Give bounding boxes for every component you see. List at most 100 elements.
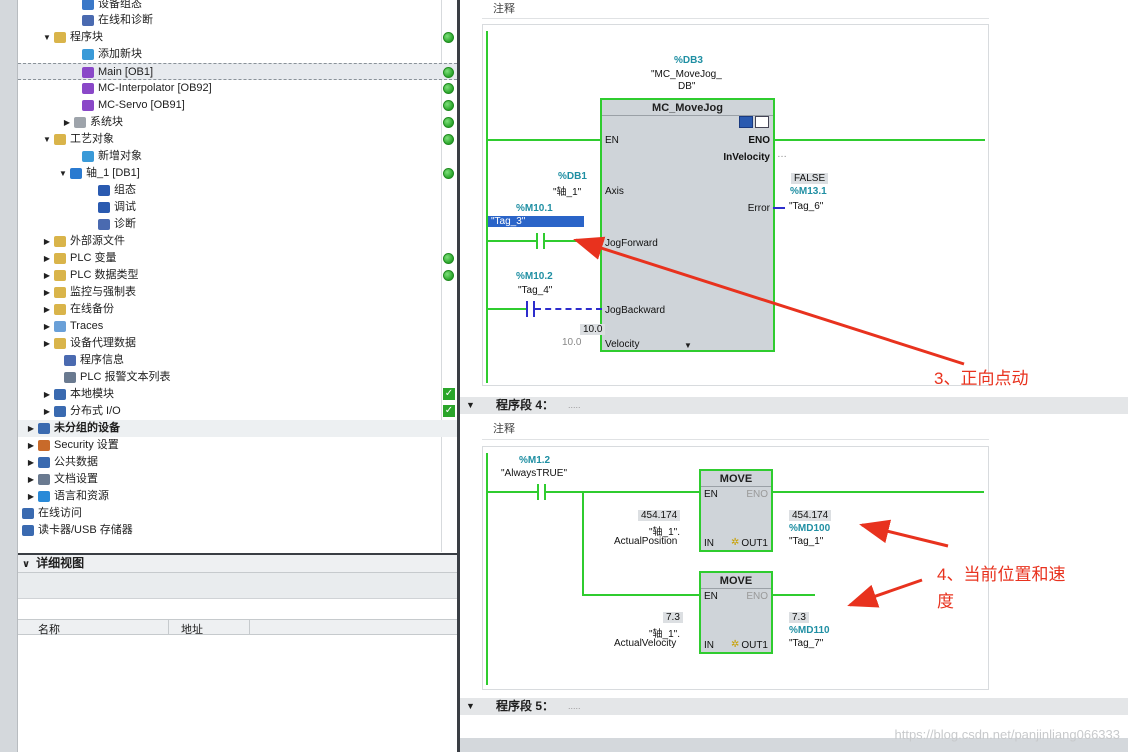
card-reader-icon — [22, 525, 34, 536]
ladder-editor: 注释 MC_MoveJog EN ENO InVelocity Axis Err… — [460, 0, 1128, 752]
tree-item[interactable]: 在线和诊断 — [18, 12, 457, 29]
collapsed-twisty-icon[interactable]: ▶ — [26, 488, 36, 505]
tree-item[interactable]: ▼ 工艺对象 — [18, 131, 457, 148]
collapsed-twisty-icon[interactable]: ▶ — [42, 403, 52, 420]
folder-icon — [54, 406, 66, 417]
tree-item[interactable]: ▶ 公共数据 — [18, 454, 457, 471]
detail-view-columns: 名称 地址 — [18, 619, 457, 637]
collapsed-twisty-icon[interactable]: ▶ — [42, 318, 52, 335]
tia-portal-window: { "tree": { "items": [ {"label": "设备组态",… — [0, 0, 1128, 752]
tree-item[interactable]: ▶ 未分组的设备 — [18, 420, 457, 437]
axis-icon — [70, 168, 82, 179]
diagnostics-icon — [98, 219, 110, 230]
tree-item-label: 在线访问 — [38, 507, 82, 519]
collapsed-twisty-icon[interactable]: ▶ — [42, 386, 52, 403]
tree-item[interactable]: ▶ 系统块 — [18, 114, 457, 131]
status-ok-icon — [443, 270, 454, 281]
folder-icon — [54, 134, 66, 145]
tree-item[interactable]: ▶ Security 设置 — [18, 437, 457, 454]
tree-item[interactable]: ▶ 本地模块 ✓ — [18, 386, 457, 403]
collapsed-twisty-icon[interactable]: ▶ — [26, 454, 36, 471]
commissioning-icon — [98, 202, 110, 213]
tree-item-label: 未分组的设备 — [54, 422, 120, 434]
ob-block-icon — [82, 83, 94, 94]
tree-item[interactable]: ▶ 读卡器/USB 存储器 — [18, 522, 457, 539]
ungrouped-devices-icon — [38, 423, 50, 434]
tree-item[interactable]: PLC 报警文本列表 — [18, 369, 457, 386]
tree-item[interactable]: MC-Interpolator [OB92] — [18, 80, 457, 97]
collapsed-twisty-icon[interactable]: ▶ — [42, 267, 52, 284]
tree-item[interactable]: ▶ 设备代理数据 — [18, 335, 457, 352]
collapsed-twisty-icon[interactable]: ▶ — [42, 233, 52, 250]
collapsed-twisty-icon[interactable]: ▶ — [18, 505, 20, 522]
tree-item[interactable]: ▶ Traces — [18, 318, 457, 335]
tree-item-label: 轴_1 [DB1] — [86, 167, 140, 179]
add-block-icon — [82, 49, 94, 60]
tree-item-label: 系统块 — [90, 116, 123, 128]
collapsed-twisty-icon[interactable]: ▶ — [42, 301, 52, 318]
folder-icon — [54, 287, 66, 298]
collapsed-twisty-icon[interactable]: ▶ — [62, 114, 72, 131]
status-ok-icon — [443, 134, 454, 145]
tree-item[interactable]: 新增对象 — [18, 148, 457, 165]
column-header-address[interactable]: 地址 — [181, 621, 203, 637]
annotation-arrows — [573, 236, 965, 608]
tree-item-label: MC-Servo [OB91] — [98, 99, 185, 111]
tree-item[interactable]: ▶ 文档设置 — [18, 471, 457, 488]
column-header-name[interactable]: 名称 — [38, 621, 60, 637]
collapsed-twisty-icon[interactable]: ▶ — [26, 437, 36, 454]
tree-item[interactable]: 诊断 — [18, 216, 457, 233]
status-ok-icon — [443, 168, 454, 179]
collapsed-twisty-icon[interactable]: ▶ — [42, 335, 52, 352]
status-ok-icon — [443, 253, 454, 264]
folder-icon — [54, 321, 66, 332]
tree-item[interactable]: 程序信息 — [18, 352, 457, 369]
tree-item[interactable]: 添加新块 — [18, 46, 457, 63]
check-icon: ✓ — [443, 388, 455, 400]
alarm-text-icon — [64, 372, 76, 383]
add-object-icon — [82, 151, 94, 162]
ob-block-icon — [82, 100, 94, 111]
tree-item[interactable]: Main [OB1] — [18, 63, 457, 80]
expanded-twisty-icon[interactable]: ▼ — [42, 29, 52, 46]
tree-item[interactable]: ▼ 轴_1 [DB1] — [18, 165, 457, 182]
tree-item[interactable]: ▶ 监控与强制表 — [18, 284, 457, 301]
collapsed-twisty-icon[interactable]: ▶ — [42, 250, 52, 267]
collapse-chevron-icon[interactable]: ∨ — [22, 559, 30, 570]
status-ok-icon — [443, 67, 454, 78]
tree-item[interactable]: ▶ PLC 数据类型 — [18, 267, 457, 284]
tree-item[interactable]: ▶ 在线访问 — [18, 505, 457, 522]
folder-icon — [54, 32, 66, 43]
folder-icon — [54, 304, 66, 315]
tree-item[interactable]: ▶ 外部源文件 — [18, 233, 457, 250]
security-icon — [38, 440, 50, 451]
tree-item[interactable]: 调试 — [18, 199, 457, 216]
collapsed-twisty-icon[interactable]: ▶ — [26, 420, 36, 437]
folder-icon — [54, 253, 66, 264]
arrow-to-position-out — [859, 519, 949, 548]
document-icon — [38, 474, 50, 485]
online-access-icon — [22, 508, 34, 519]
tree-item[interactable]: ▶ 语言和资源 — [18, 488, 457, 505]
project-tree: 设备组态 在线和诊断 ▼ 程序块 添加新块 Main [OB1] MC-Interpolat… — [18, 0, 457, 552]
collapsed-twisty-icon[interactable]: ▶ — [26, 471, 36, 488]
detail-view-header[interactable]: ∨ 详细视图 — [18, 553, 457, 573]
tree-item[interactable]: 组态 — [18, 182, 457, 199]
tree-item[interactable]: ▶ 分布式 I/O ✓ — [18, 403, 457, 420]
tree-item-label: 文档设置 — [54, 473, 98, 485]
tree-item-label: 组态 — [114, 184, 136, 196]
collapsed-twisty-icon[interactable]: ▶ — [42, 284, 52, 301]
tree-item[interactable]: ▶ 在线备份 — [18, 301, 457, 318]
expanded-twisty-icon[interactable]: ▼ — [58, 165, 68, 182]
expanded-twisty-icon[interactable]: ▼ — [42, 131, 52, 148]
tree-item-label: MC-Interpolator [OB92] — [98, 82, 212, 94]
tree-item[interactable]: ▼ 程序块 — [18, 29, 457, 46]
tree-item-label: 分布式 I/O — [70, 405, 121, 417]
tree-item-label: 程序块 — [70, 31, 103, 43]
tree-item[interactable]: MC-Servo [OB91] — [18, 97, 457, 114]
tree-item-label: 外部源文件 — [70, 235, 125, 247]
status-ok-icon — [443, 117, 454, 128]
tree-item[interactable]: ▶ PLC 变量 — [18, 250, 457, 267]
collapsed-twisty-icon[interactable]: ▶ — [18, 522, 20, 539]
ob-block-icon — [82, 67, 94, 78]
